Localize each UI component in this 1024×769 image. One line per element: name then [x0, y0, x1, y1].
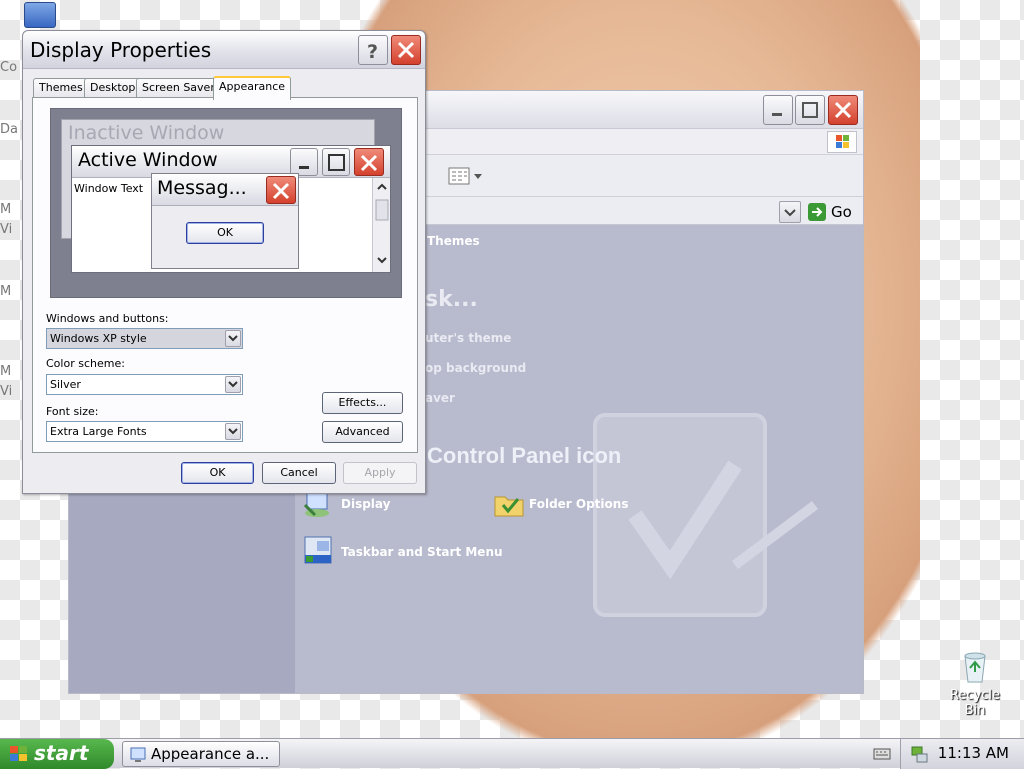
maximize-button[interactable] — [795, 95, 825, 125]
tab-screen-saver[interactable]: Screen Saver — [136, 78, 221, 98]
recycle-bin-label: Recycle Bin — [949, 688, 1001, 718]
advanced-button[interactable]: Advanced — [322, 421, 403, 443]
folder-options-icon — [494, 496, 524, 517]
desktop-icon-label: Co — [0, 60, 18, 75]
system-tray: 11:13 AM — [900, 739, 1024, 769]
windows-logo-icon — [827, 131, 857, 153]
display-label: Display — [341, 497, 391, 511]
preview-window-text: Window Text — [74, 182, 144, 195]
preview-inactive-title: Inactive Window — [68, 122, 225, 144]
preview-maximize-icon — [322, 148, 350, 176]
display-item[interactable]: Display — [303, 491, 443, 519]
preview-minimize-icon — [290, 148, 318, 176]
address-dropdown-button[interactable] — [779, 201, 801, 223]
close-icon — [834, 101, 852, 119]
keyboard-icon[interactable] — [872, 745, 892, 763]
appearance-panel: Inactive Window Active Window Window Tex… — [32, 97, 418, 453]
recycle-bin-icon — [964, 652, 986, 683]
font-size-value: Extra Large Fonts — [50, 425, 147, 438]
preview-message-box: Messag... OK — [151, 173, 299, 269]
task-link-screensaver[interactable]: aver — [425, 391, 455, 405]
color-scheme-label: Color scheme: — [46, 357, 125, 370]
chevron-down-icon — [225, 376, 241, 393]
taskbar-item-label: Appearance a... — [151, 745, 270, 763]
windows-buttons-label: Windows and buttons: — [46, 312, 169, 325]
color-scheme-select[interactable]: Silver — [46, 374, 243, 395]
minimize-icon — [772, 113, 782, 116]
display-icon — [303, 492, 329, 517]
help-button[interactable]: ? — [358, 35, 388, 65]
start-button[interactable]: start — [0, 739, 114, 769]
cancel-button[interactable]: Cancel — [262, 462, 336, 484]
apply-button[interactable]: Apply — [343, 462, 417, 484]
themes-link[interactable]: Themes — [427, 234, 480, 248]
windows-buttons-value: Windows XP style — [50, 332, 147, 345]
maximize-icon — [802, 102, 818, 118]
preview-message-title: Messag... — [157, 177, 247, 199]
chevron-down-icon — [225, 330, 241, 347]
minimize-button[interactable] — [763, 95, 793, 125]
dialog-close-button[interactable] — [391, 35, 421, 65]
task-link-background[interactable]: op background — [425, 361, 526, 375]
start-label: start — [34, 741, 89, 765]
taskbar-label: Taskbar and Start Menu — [341, 545, 503, 559]
clock[interactable]: 11:13 AM — [938, 744, 1009, 762]
views-button[interactable] — [447, 165, 487, 187]
font-size-select[interactable]: Extra Large Fonts — [46, 421, 243, 442]
preview-ok-button: OK — [186, 222, 264, 244]
pick-icon-heading: Control Panel icon — [427, 443, 622, 468]
go-label: Go — [831, 203, 852, 221]
folder-options-label: Folder Options — [529, 497, 629, 511]
ok-button[interactable]: OK — [181, 462, 254, 484]
font-size-label: Font size: — [46, 405, 99, 418]
taskbar-item-appearance[interactable]: Appearance a... — [122, 741, 280, 767]
display-properties-icon — [130, 747, 146, 762]
chevron-down-icon — [225, 423, 241, 440]
folder-options-item[interactable]: Folder Options — [493, 489, 653, 519]
desktop-computer-icon[interactable] — [24, 2, 56, 28]
go-arrow-icon — [808, 203, 826, 221]
desktop-icon-label: M — [0, 364, 12, 379]
close-icon — [397, 41, 415, 59]
svg-text:?: ? — [367, 41, 378, 61]
appearance-preview: Inactive Window Active Window Window Tex… — [50, 108, 402, 298]
desktop-icon-label: M — [0, 202, 12, 217]
close-button[interactable] — [828, 95, 858, 125]
recycle-bin[interactable]: Recycle Bin — [944, 650, 1006, 718]
preview-message-close-icon — [266, 176, 296, 204]
desktop-icon-label: Vi — [0, 222, 13, 237]
help-icon: ? — [367, 41, 378, 61]
tab-desktop[interactable]: Desktop — [84, 78, 142, 98]
effects-button[interactable]: Effects... — [322, 392, 403, 414]
tab-appearance[interactable]: Appearance — [213, 76, 292, 100]
taskbar-start-menu-item[interactable]: Taskbar and Start Menu — [303, 535, 503, 567]
preview-scrollbar — [372, 178, 390, 272]
desktop-icon-label: Vi — [0, 384, 13, 399]
pick-task-heading: sk... — [425, 287, 478, 312]
taskbar-icon — [304, 536, 332, 564]
preview-close-icon — [354, 148, 384, 176]
tab-themes[interactable]: Themes — [33, 78, 89, 98]
dialog-title: Display Properties — [30, 38, 212, 62]
taskbar: start Appearance a... 11:13 AM — [0, 738, 1024, 769]
desktop-icon-label: Da — [0, 122, 18, 137]
desktop-icon-label: M — [0, 284, 12, 299]
task-link-theme[interactable]: uter's theme — [425, 331, 511, 345]
chevron-down-icon — [784, 209, 796, 217]
windows-buttons-select[interactable]: Windows XP style — [46, 328, 243, 349]
display-properties-dialog[interactable]: Display Properties ? Themes Desktop Scre… — [22, 30, 426, 494]
go-button[interactable]: Go — [807, 201, 859, 223]
network-icon[interactable] — [909, 744, 929, 764]
views-icon — [448, 167, 482, 185]
preview-active-title: Active Window — [78, 149, 218, 171]
windows-flag-icon — [10, 746, 27, 761]
color-scheme-value: Silver — [50, 378, 81, 391]
preview-message-titlebar: Messag... — [152, 174, 298, 206]
dialog-titlebar[interactable]: Display Properties ? — [23, 31, 425, 69]
